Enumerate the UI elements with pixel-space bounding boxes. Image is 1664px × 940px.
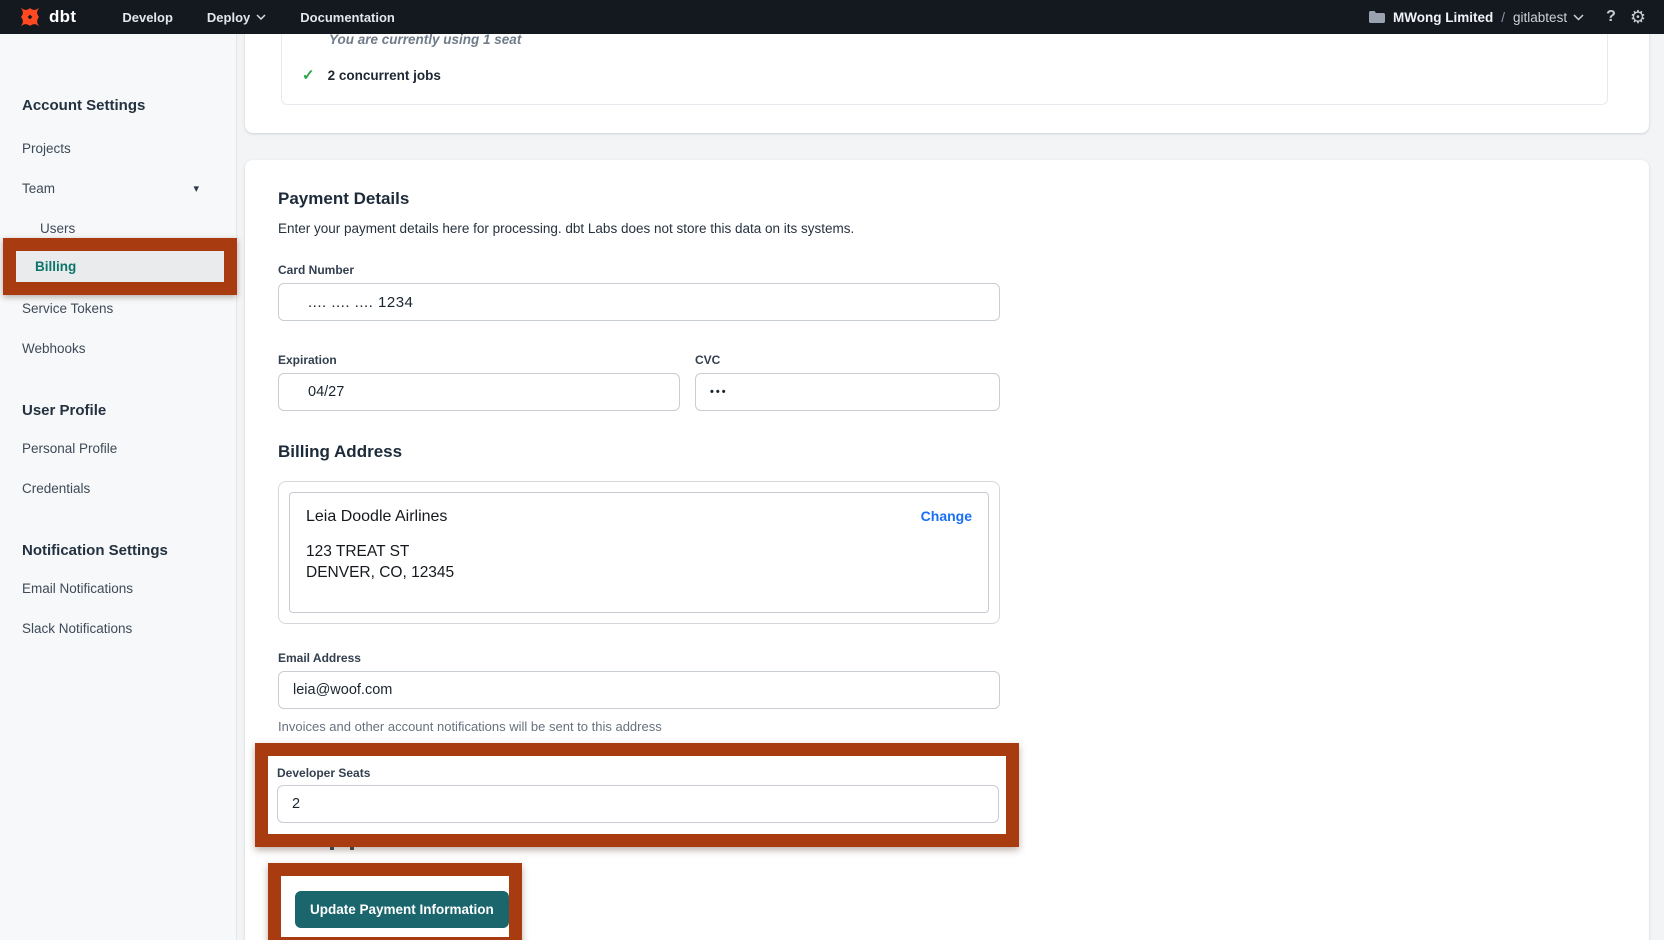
expiration-input[interactable]: [278, 373, 680, 411]
seat-usage-note: You are currently using 1 seat: [329, 34, 521, 47]
cvc-field: CVC: [695, 321, 1000, 411]
payment-details-card: Payment Details Enter your payment detai…: [245, 160, 1649, 940]
sidebar-item-credentials[interactable]: Credentials: [0, 468, 236, 508]
concurrent-jobs-text: 2 concurrent jobs: [328, 68, 441, 83]
sidebar-item-label: Service Tokens: [22, 301, 113, 316]
address-line-2: DENVER, CO, 12345: [306, 562, 972, 583]
card-number-label: Card Number: [278, 263, 1649, 277]
billing-address-lines: 123 TREAT ST DENVER, CO, 12345: [306, 541, 972, 583]
sidebar-item-slack-notifications[interactable]: Slack Notifications: [0, 608, 236, 648]
folder-icon: [1369, 11, 1385, 23]
sidebar-item-label: Billing: [35, 259, 76, 274]
payment-details-title: Payment Details: [278, 188, 1649, 210]
clipped-text-remnant: [330, 847, 1649, 852]
path-separator: /: [1501, 10, 1505, 25]
billing-address-name: Leia Doodle Airlines: [306, 508, 972, 526]
sidebar-item-webhooks[interactable]: Webhooks: [0, 328, 236, 368]
annotation-box-update-button: Update Payment Information: [268, 863, 522, 940]
nav-link-label: Deploy: [207, 10, 250, 25]
gear-icon[interactable]: ⚙: [1630, 8, 1646, 26]
concurrent-jobs-row: ✓ 2 concurrent jobs: [302, 66, 441, 84]
change-address-link[interactable]: Change: [921, 508, 972, 524]
sidebar-item-label: Projects: [22, 141, 71, 156]
usage-card: You are currently using 1 seat ✓ 2 concu…: [245, 34, 1649, 133]
nav-link-develop[interactable]: Develop: [122, 10, 173, 25]
developer-seats-input[interactable]: [277, 785, 999, 823]
sidebar-item-email-notifications[interactable]: Email Notifications: [0, 568, 236, 608]
dbt-logo-icon: [18, 5, 42, 29]
project-switcher[interactable]: gitlabtest: [1513, 10, 1567, 25]
page-layout: Account Settings Projects Team ▾ Users B…: [0, 34, 1664, 940]
expiration-field: Expiration: [278, 321, 680, 411]
check-icon: ✓: [302, 66, 315, 84]
help-icon[interactable]: ?: [1606, 8, 1616, 26]
billing-address-box: Leia Doodle Airlines Change 123 TREAT ST…: [278, 481, 1000, 624]
email-address-label: Email Address: [278, 651, 1649, 665]
sidebar-item-label: Email Notifications: [22, 581, 133, 596]
main-content: You are currently using 1 seat ✓ 2 concu…: [237, 34, 1664, 940]
sidebar-item-label: Credentials: [22, 481, 90, 496]
navbar-right: MWong Limited / gitlabtest ? ⚙: [1369, 8, 1646, 26]
sidebar-item-team[interactable]: Team ▾: [0, 168, 236, 208]
payment-details-description: Enter your payment details here for proc…: [278, 220, 1649, 237]
annotation-box-billing: Billing: [3, 238, 237, 295]
email-address-input[interactable]: [278, 671, 1000, 709]
address-line-1: 123 TREAT ST: [306, 541, 972, 562]
nav-link-label: Develop: [122, 10, 173, 25]
caret-down-icon: ▾: [193, 182, 199, 195]
settings-sidebar: Account Settings Projects Team ▾ Users B…: [0, 34, 237, 940]
card-number-input[interactable]: [278, 283, 1000, 321]
sidebar-item-service-tokens[interactable]: Service Tokens: [0, 288, 236, 328]
expiration-cvc-row: Expiration CVC: [278, 321, 1649, 411]
chevron-down-icon: [256, 14, 266, 20]
sidebar-item-personal-profile[interactable]: Personal Profile: [0, 428, 236, 468]
sidebar-heading-notification-settings: Notification Settings: [22, 541, 236, 561]
chevron-down-icon[interactable]: [1573, 14, 1584, 21]
annotation-box-developer-seats: Developer Seats: [255, 743, 1019, 847]
sidebar-heading-account-settings: Account Settings: [22, 96, 236, 116]
sidebar-item-label: Slack Notifications: [22, 621, 132, 636]
developer-seats-label: Developer Seats: [277, 766, 1006, 780]
expiration-label: Expiration: [278, 353, 680, 367]
cvc-label: CVC: [695, 353, 1000, 367]
sidebar-item-billing[interactable]: Billing: [16, 251, 224, 282]
sidebar-heading-user-profile: User Profile: [22, 401, 236, 421]
logo-wordmark: dbt: [49, 7, 76, 27]
usage-panel: You are currently using 1 seat ✓ 2 concu…: [281, 34, 1608, 105]
cvc-input[interactable]: [695, 373, 1000, 411]
sidebar-item-label: Personal Profile: [22, 441, 117, 456]
nav-links: Develop Deploy Documentation: [122, 10, 395, 25]
nav-link-documentation[interactable]: Documentation: [300, 10, 395, 25]
billing-address-title: Billing Address: [278, 441, 1649, 463]
billing-address-card: Leia Doodle Airlines Change 123 TREAT ST…: [289, 492, 989, 613]
nav-link-label: Documentation: [300, 10, 395, 25]
sidebar-item-label: Team: [22, 181, 55, 196]
email-helper-text: Invoices and other account notifications…: [278, 719, 1649, 735]
sidebar-item-projects[interactable]: Projects: [0, 128, 236, 168]
sidebar-item-label: Users: [40, 221, 75, 236]
account-name[interactable]: MWong Limited: [1393, 10, 1493, 25]
update-payment-button[interactable]: Update Payment Information: [295, 891, 509, 928]
nav-link-deploy[interactable]: Deploy: [207, 10, 266, 25]
sidebar-item-label: Webhooks: [22, 341, 86, 356]
top-navbar: dbt Develop Deploy Documentation MWong L…: [0, 0, 1664, 34]
dbt-logo[interactable]: dbt: [18, 5, 76, 29]
